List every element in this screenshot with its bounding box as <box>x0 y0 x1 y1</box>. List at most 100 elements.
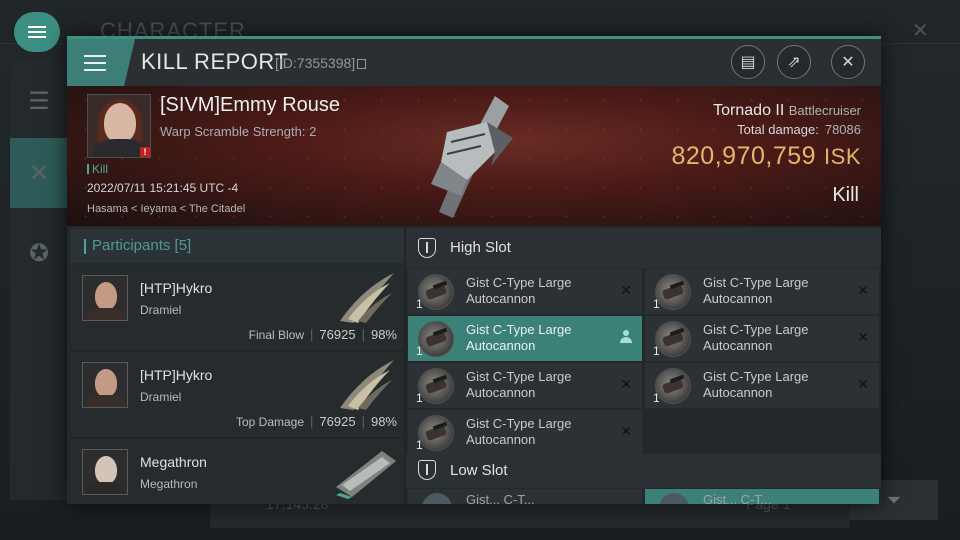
participant-avatar[interactable] <box>82 449 128 495</box>
module-item[interactable]: Gist... C-T... <box>645 489 879 504</box>
module-qty: 1 <box>653 391 660 405</box>
module-name: Gist... C-T... <box>703 492 772 504</box>
module-name: Gist... C-T... <box>466 492 535 504</box>
kill-datetime: 2022/07/11 15:21:45 UTC -4 <box>87 181 239 195</box>
victim-ship-name: Tornado II <box>713 102 785 119</box>
module-name: Gist C-Type Large Autocannon <box>466 369 572 400</box>
fitting-panel: High Slot 1 Gist C-Type Large Autocannon … <box>406 226 881 504</box>
destroyed-icon: ✕ <box>857 376 869 392</box>
main-menu-button[interactable] <box>14 12 60 52</box>
participant-ship-image <box>340 273 394 323</box>
warp-scramble-strength: Warp Scramble Strength: 2 <box>160 124 317 139</box>
low-slot-label: Low Slot <box>450 462 508 479</box>
victim-avatar[interactable]: ! <box>87 94 151 158</box>
kill-location[interactable]: Hasama < Ieyama < The Citadel <box>87 203 245 215</box>
participant-row[interactable]: Megathron Megathron <box>70 439 404 504</box>
warning-icon: ! <box>140 147 150 157</box>
destroyed-icon: ✕ <box>620 282 632 298</box>
module-qty: 1 <box>653 297 660 311</box>
total-damage-label: Total damage: <box>737 122 819 137</box>
swords-icon[interactable]: ✕ <box>10 138 68 208</box>
autocannon-icon <box>418 368 454 404</box>
module-item[interactable]: 1 Gist C-Type Large Autocannon ✕ <box>408 269 642 314</box>
module-name: Gist C-Type Large Autocannon <box>703 275 809 306</box>
victim-banner: ! [SIVM]Emmy Rouse Warp Scramble Strengt… <box>67 86 881 226</box>
module-icon <box>422 493 452 504</box>
destroyed-icon: ✕ <box>857 282 869 298</box>
list-icon[interactable]: ☰ <box>10 66 68 136</box>
low-slot-icon <box>418 460 436 480</box>
participant-stats: Top Damage | 76925 | 98% <box>235 414 397 429</box>
module-item[interactable]: 1 Gist C-Type Large Autocannon ✕ <box>645 316 879 361</box>
participant-row[interactable]: [HTP]Hykro Dramiel Final Blow | 76925 | 98% <box>70 265 404 351</box>
modal-menu-button[interactable] <box>67 39 135 86</box>
module-qty: 1 <box>653 344 660 358</box>
module-name: Gist C-Type Large Autocannon <box>466 416 572 447</box>
isk-amount: 820,970,759 <box>671 142 817 170</box>
autocannon-icon <box>418 274 454 310</box>
copy-icon[interactable] <box>357 59 367 69</box>
participant-ship: Megathron <box>140 477 198 491</box>
module-name: Gist C-Type Large Autocannon <box>703 369 809 400</box>
high-slot-header[interactable]: High Slot <box>406 228 881 268</box>
module-item[interactable]: Gist... C-T... <box>408 489 642 504</box>
autocannon-icon <box>418 321 454 357</box>
module-qty: 1 <box>416 391 423 405</box>
victim-name[interactable]: [SIVM]Emmy Rouse <box>160 94 340 117</box>
low-slot-header[interactable]: Low Slot <box>406 454 881 488</box>
participant-role: Final Blow <box>248 328 305 342</box>
participant-stats: Final Blow | 76925 | 98% <box>248 327 397 342</box>
isk-value: 820,970,759 ISK <box>672 142 862 171</box>
participants-header[interactable]: Participants [5] <box>70 229 404 263</box>
victim-ship-image[interactable] <box>417 92 527 222</box>
module-name: Gist C-Type Large Autocannon <box>466 275 572 306</box>
total-damage: Total damage: 78086 <box>737 122 861 137</box>
victim-ship[interactable]: Tornado II Battlecruiser <box>713 102 861 120</box>
participants-title: Participants [5] <box>92 237 192 254</box>
autocannon-icon <box>655 321 691 357</box>
report-id[interactable]: [ID:7355398] <box>275 55 367 71</box>
module-item[interactable]: 1 Gist C-Type Large Autocannon ✕ <box>645 363 879 408</box>
module-qty: 1 <box>416 438 423 452</box>
autocannon-icon <box>418 415 454 451</box>
close-button[interactable]: ✕ <box>831 45 865 79</box>
participant-name: [HTP]Hykro <box>140 280 213 296</box>
module-qty: 1 <box>416 297 423 311</box>
participant-percent: 98% <box>370 327 397 342</box>
module-icon <box>659 493 689 504</box>
background-close-icon[interactable]: ✕ <box>912 18 929 43</box>
participant-percent: 98% <box>370 414 397 429</box>
kill-report-modal: KILL REPORT [ID:7355398] ▤ ⇗ ✕ ! [SIVM]E… <box>67 36 881 504</box>
external-link-icon: ⇗ <box>787 54 801 71</box>
module-item[interactable]: 1 Gist C-Type Large Autocannon <box>408 316 642 361</box>
participant-damage: 76925 <box>319 414 356 429</box>
destroyed-icon: ✕ <box>620 376 632 392</box>
autocannon-icon <box>655 274 691 310</box>
module-name: Gist C-Type Large Autocannon <box>466 322 572 353</box>
victim-ship-class: Battlecruiser <box>788 103 861 118</box>
report-id-text: [ID:7355398] <box>275 55 356 71</box>
kill-result: Kill <box>832 184 859 206</box>
participant-name: [HTP]Hykro <box>140 367 213 383</box>
participant-avatar[interactable] <box>82 275 128 321</box>
participant-ship-image <box>340 360 394 410</box>
share-button[interactable]: ⇗ <box>777 45 811 79</box>
modal-title: KILL REPORT <box>141 49 289 74</box>
participant-damage: 76925 <box>319 327 356 342</box>
star-badge-icon[interactable]: ✪ <box>10 218 68 288</box>
participant-row[interactable]: [HTP]Hykro Dramiel Top Damage | 76925 | 98% <box>70 352 404 438</box>
module-name: Gist C-Type Large Autocannon <box>703 322 809 353</box>
modal-header: KILL REPORT [ID:7355398] ▤ ⇗ ✕ <box>67 36 881 86</box>
destroyed-icon: ✕ <box>857 329 869 345</box>
participant-avatar[interactable] <box>82 362 128 408</box>
isk-unit: ISK <box>824 144 861 169</box>
participant-ship: Dramiel <box>140 303 182 317</box>
high-slot-icon <box>418 238 436 258</box>
clipboard-button[interactable]: ▤ <box>731 45 765 79</box>
module-item[interactable]: 1 Gist C-Type Large Autocannon ✕ <box>408 410 642 455</box>
module-item[interactable]: 1 Gist C-Type Large Autocannon ✕ <box>645 269 879 314</box>
module-item[interactable]: 1 Gist C-Type Large Autocannon ✕ <box>408 363 642 408</box>
participants-panel: Participants [5] [HTP]Hykro Dramiel Fina… <box>67 226 404 504</box>
side-nav: ☰ ✕ ✪ <box>10 60 68 500</box>
dropped-user-icon <box>620 330 632 344</box>
